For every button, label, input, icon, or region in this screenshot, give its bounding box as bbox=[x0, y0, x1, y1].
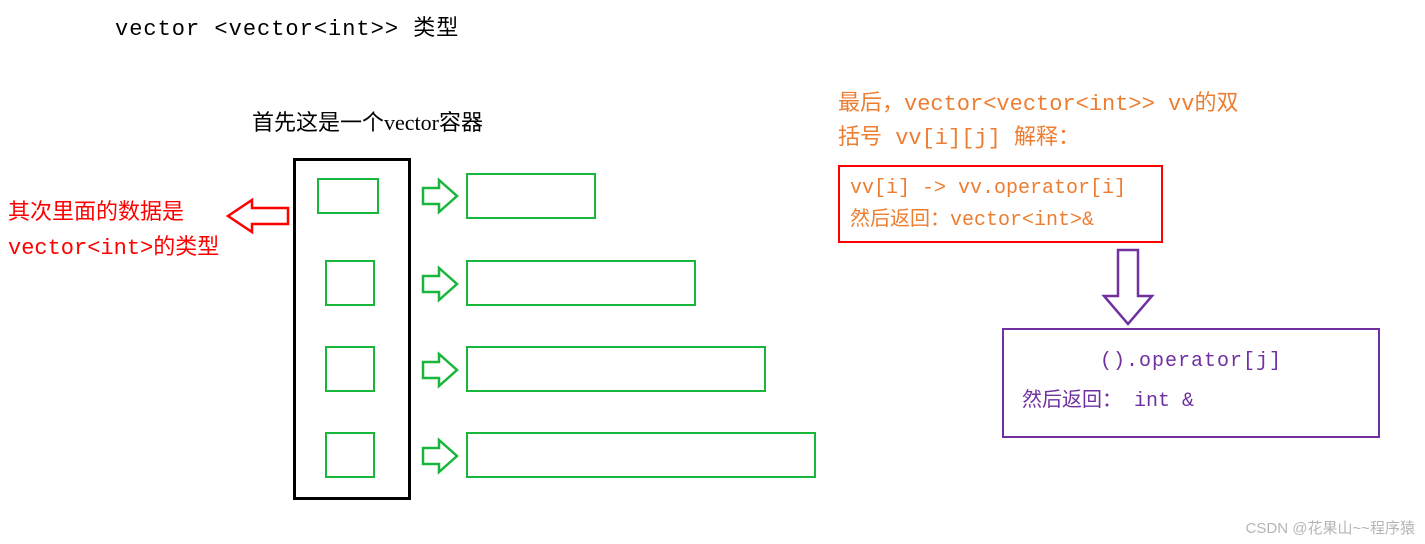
diagram-canvas: vector <vector<int>> 类型 首先这是一个vector容器 其… bbox=[0, 0, 1425, 544]
inner-type-caption-line2: vector<int>的类型 bbox=[8, 236, 219, 261]
operator-j-line1: ().operator[j] bbox=[1022, 342, 1360, 382]
bar-row-3 bbox=[466, 346, 766, 392]
outer-container-caption: 首先这是一个vector容器 bbox=[252, 105, 483, 137]
arrow-down-purple bbox=[1098, 248, 1158, 328]
operator-i-line2: 然后返回：vector<int>& bbox=[850, 209, 1094, 232]
cell-row-2 bbox=[325, 260, 375, 306]
inner-type-caption-line1: 其次里面的数据是 bbox=[8, 201, 184, 226]
inner-type-caption: 其次里面的数据是 vector<int>的类型 bbox=[8, 195, 219, 265]
operator-i-line1: vv[i] -> vv.operator[i] bbox=[850, 177, 1126, 200]
arrow-row-2 bbox=[421, 266, 461, 302]
operator-explanation-caption: 最后，vector<vector<int>> vv的双 括号 vv[i][j] … bbox=[838, 88, 1238, 156]
arrow-row-1 bbox=[421, 178, 461, 214]
operator-i-box: vv[i] -> vv.operator[i] 然后返回：vector<int>… bbox=[838, 165, 1163, 243]
arrow-row-3 bbox=[421, 352, 461, 388]
bar-row-2 bbox=[466, 260, 696, 306]
operator-explanation-line1: 最后，vector<vector<int>> vv的双 bbox=[838, 92, 1238, 117]
page-title: vector <vector<int>> 类型 bbox=[115, 10, 459, 42]
bar-row-1 bbox=[466, 173, 596, 219]
cell-row-4 bbox=[325, 432, 375, 478]
operator-j-box: ().operator[j] 然后返回： int & bbox=[1002, 328, 1380, 438]
operator-explanation-line2: 括号 vv[i][j] 解释： bbox=[838, 126, 1080, 151]
arrow-row-4 bbox=[421, 438, 461, 474]
cell-row-1 bbox=[317, 178, 379, 214]
watermark: CSDN @花果山~~程序猿 bbox=[1246, 517, 1415, 538]
bar-row-4 bbox=[466, 432, 816, 478]
operator-j-line2: 然后返回： int & bbox=[1022, 382, 1360, 422]
arrow-left-red bbox=[222, 198, 294, 234]
cell-row-3 bbox=[325, 346, 375, 392]
